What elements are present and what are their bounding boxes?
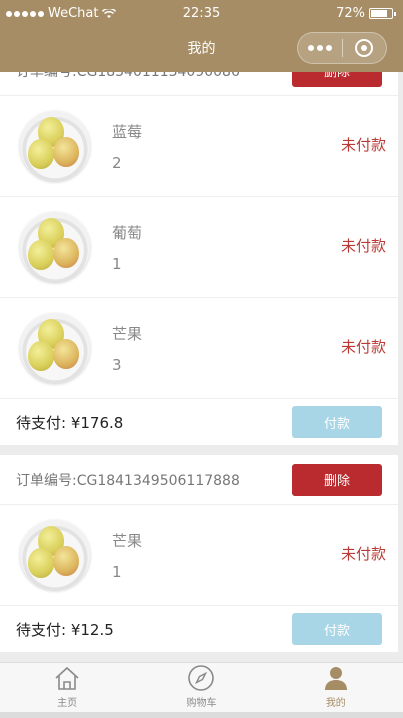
order-number: 订单编号:CG1834011134090086 — [16, 72, 240, 81]
item-quantity: 2 — [112, 153, 122, 172]
order-header: 订单编号:CG1841349506117888 删除 — [0, 455, 398, 505]
order-card: 订单编号:CG1834011134090086 删除 蓝莓 2 未付款 葡萄 1… — [0, 72, 398, 445]
product-image — [20, 520, 90, 590]
tab-cart[interactable]: 购物车 — [134, 663, 268, 712]
battery-icon — [369, 8, 396, 19]
order-footer: 待支付: ¥176.8 付款 — [0, 399, 398, 445]
home-indicator-area — [0, 712, 403, 718]
item-quantity: 1 — [112, 562, 122, 581]
item-status: 未付款 — [340, 237, 386, 255]
order-header: 订单编号:CG1834011134090086 删除 — [0, 72, 398, 96]
battery-percent: 72% — [336, 6, 365, 21]
user-icon — [324, 667, 347, 690]
item-status: 未付款 — [340, 136, 386, 154]
target-icon — [355, 39, 374, 57]
item-status: 未付款 — [340, 545, 386, 563]
delete-order-button[interactable]: 删除 — [292, 463, 382, 496]
status-bar: WeChat 22:35 72% — [0, 0, 403, 28]
mini-program-capsule — [297, 32, 387, 64]
tab-label: 主页 — [57, 698, 78, 709]
order-item[interactable]: 芒果 1 未付款 — [0, 505, 398, 606]
tab-label: 购物车 — [186, 698, 217, 709]
order-card: 订单编号:CG1841349506117888 删除 芒果 1 未付款 待支付:… — [0, 455, 398, 652]
close-mini-program-button[interactable] — [342, 39, 386, 57]
pay-button[interactable]: 付款 — [292, 613, 382, 645]
home-icon — [55, 666, 79, 690]
tab-label: 我的 — [325, 698, 346, 709]
pay-button[interactable]: 付款 — [292, 406, 382, 438]
compass-icon — [188, 665, 215, 691]
order-footer: 待支付: ¥12.5 付款 — [0, 606, 398, 652]
amount-due: 待支付: ¥176.8 — [16, 413, 124, 432]
top-bar: WeChat 22:35 72% 我的 — [0, 0, 403, 72]
order-item[interactable]: 芒果 3 未付款 — [0, 298, 398, 399]
tab-bar: 主页 购物车 我的 — [0, 662, 403, 712]
amount-due: 待支付: ¥12.5 — [16, 620, 114, 639]
item-status: 未付款 — [340, 338, 386, 356]
order-item[interactable]: 葡萄 1 未付款 — [0, 197, 398, 298]
tab-mine[interactable]: 我的 — [269, 663, 403, 712]
product-image — [20, 212, 90, 282]
order-item[interactable]: 蓝莓 2 未付款 — [0, 96, 398, 197]
orders-list[interactable]: 订单编号:CG1834011134090086 删除 蓝莓 2 未付款 葡萄 1… — [0, 72, 398, 662]
tab-home[interactable]: 主页 — [0, 663, 134, 712]
delete-order-button[interactable]: 删除 — [292, 72, 382, 87]
product-image — [20, 111, 90, 181]
battery-status: 72% — [336, 6, 396, 21]
product-image — [20, 313, 90, 383]
item-quantity: 1 — [112, 254, 122, 273]
order-number: 订单编号:CG1841349506117888 — [16, 472, 240, 489]
more-icon[interactable] — [298, 45, 342, 51]
item-quantity: 3 — [112, 355, 122, 374]
